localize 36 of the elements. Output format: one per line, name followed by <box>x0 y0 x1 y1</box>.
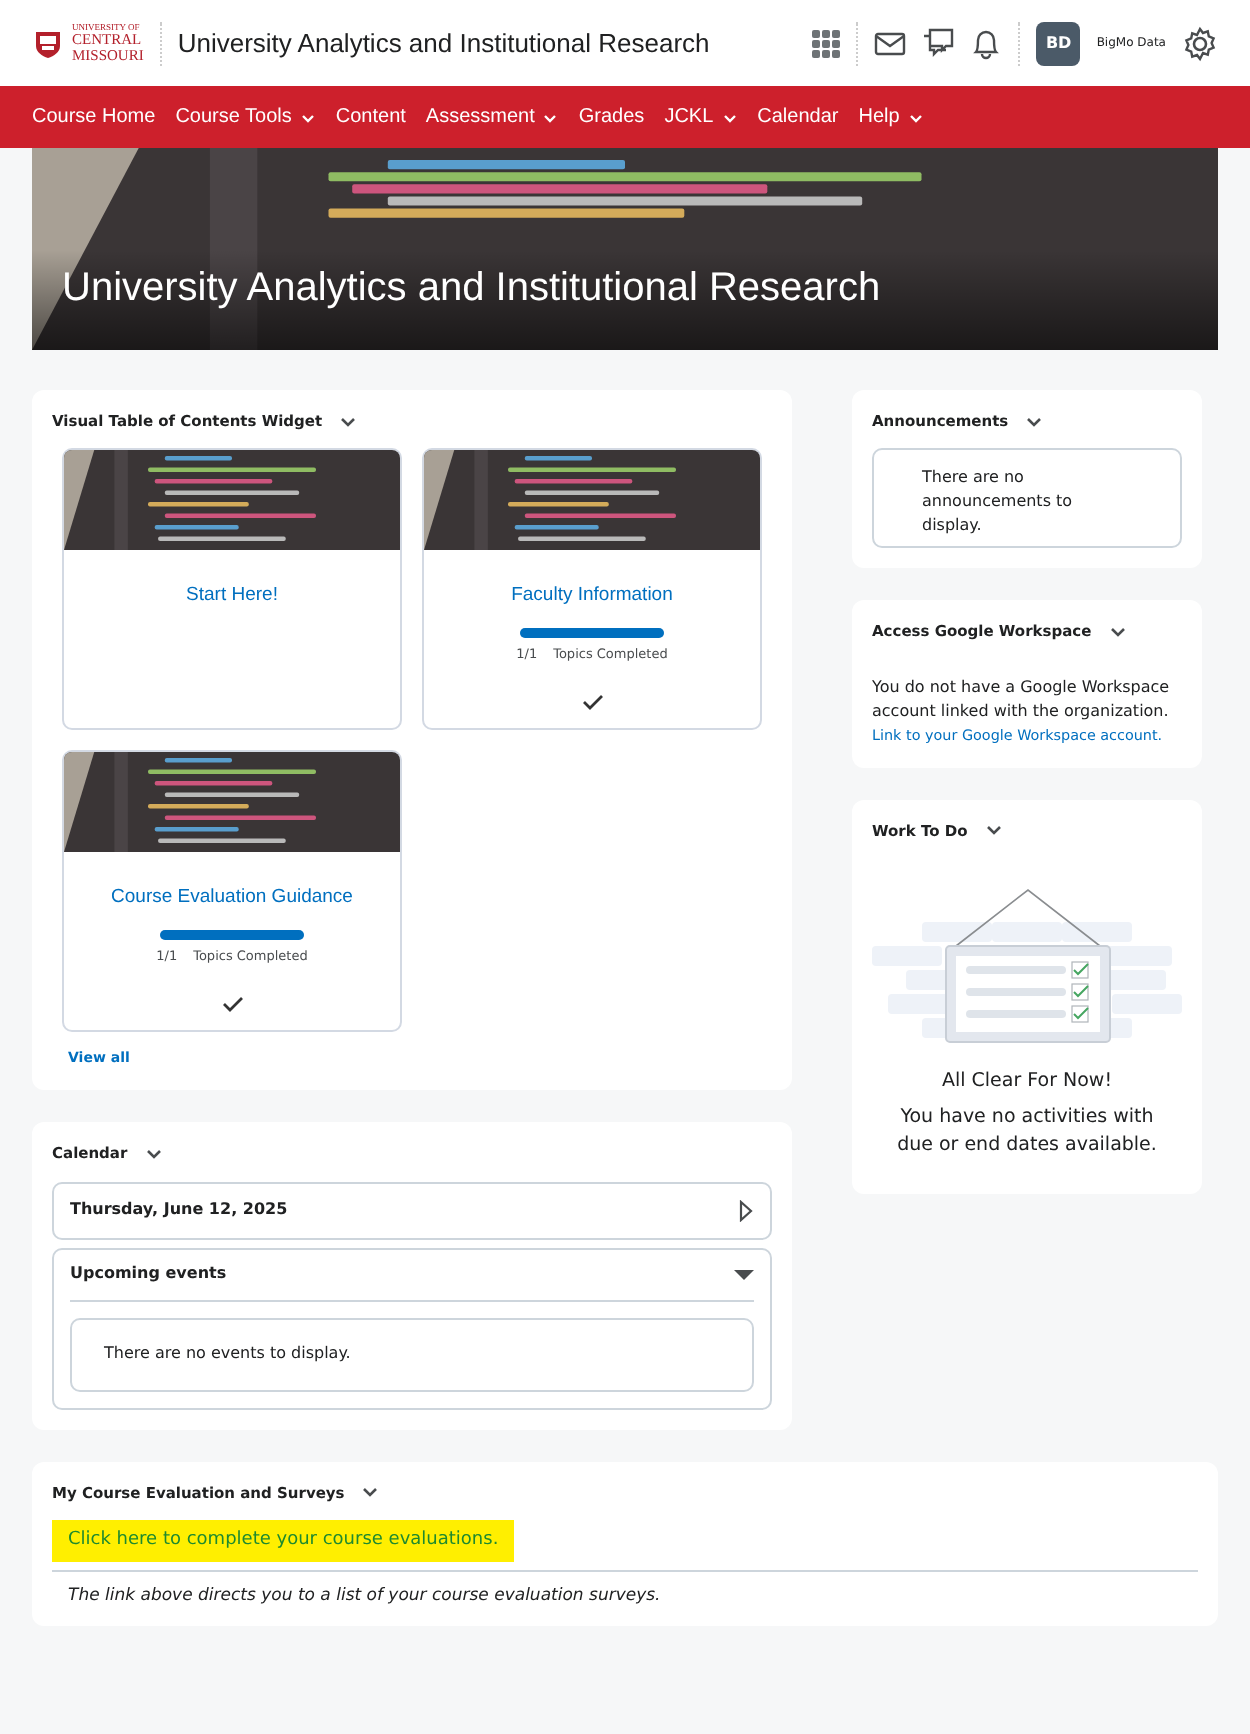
nav-menu-item[interactable]: Content <box>335 102 406 132</box>
module-card[interactable]: Start Here! <box>62 448 402 731</box>
chat-icon[interactable] <box>922 28 955 58</box>
info-text: You do not have a Google Workspace account linked with the organization. <box>872 675 1172 723</box>
chevron-down-icon <box>721 109 738 125</box>
course-title[interactable]: University Analytics and Institutional Research <box>177 23 710 63</box>
nav-menu-item[interactable]: Course Tools <box>175 102 316 132</box>
module-title[interactable]: Start Here! <box>186 582 278 611</box>
module-title[interactable]: Faculty Information <box>511 582 673 611</box>
empty-message: You have no activities with due or end dates available. <box>895 1104 1159 1161</box>
mail-icon[interactable] <box>874 29 907 57</box>
nav-menu-item[interactable]: Course Home <box>32 102 156 132</box>
info-text: The link above directs you to a list of your course evaluation surveys. <box>66 1584 663 1610</box>
app-grid-icon[interactable] <box>812 29 841 57</box>
collapse-arrow-icon[interactable] <box>734 1268 754 1280</box>
bell-icon[interactable] <box>970 27 1003 59</box>
nav-menu-item[interactable]: Assessment <box>425 102 559 132</box>
nav-menu-item[interactable]: Calendar <box>757 102 839 132</box>
chevron-down-icon <box>542 109 559 125</box>
nav-menu-item[interactable]: JCKL <box>664 102 738 132</box>
module-title[interactable]: Course Evaluation Guidance <box>111 884 353 913</box>
chevron-down-icon <box>907 109 924 125</box>
section-title: Upcoming events <box>70 1262 227 1286</box>
banner-title: University Analytics and Institutional Research <box>62 264 881 314</box>
user-avatar[interactable]: BD <box>1036 21 1081 65</box>
nav-menu-item[interactable]: Grades <box>578 102 645 132</box>
calendar-date: Thursday, June 12, 2025 <box>70 1198 288 1222</box>
next-arrow-icon[interactable] <box>738 1199 754 1221</box>
chevron-down-icon <box>299 109 316 125</box>
empty-message: There are no announcements to display. <box>922 466 1075 539</box>
course-evaluations-link[interactable]: Click here to complete your course evaluations. <box>52 1519 515 1563</box>
settings-icon[interactable] <box>1182 25 1218 61</box>
empty-message: There are no events to display. <box>104 1342 351 1366</box>
date-bar[interactable]: Thursday, June 12, 2025 <box>52 1181 772 1239</box>
empty-heading: All Clear For Now! <box>939 1067 1115 1096</box>
nav-menu-item[interactable]: Help <box>858 102 924 132</box>
